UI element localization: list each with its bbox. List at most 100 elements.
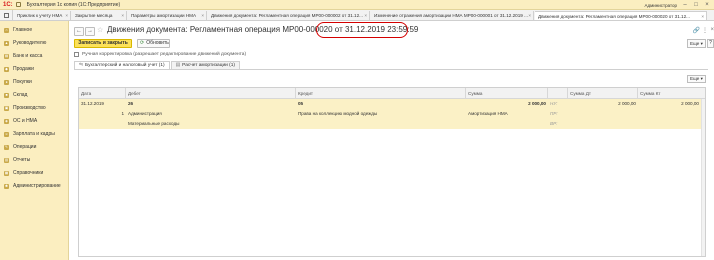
chart-icon: ▲: [4, 40, 9, 46]
window-tab-label: Движения документа: Регламентная операци…: [211, 13, 363, 18]
document-form: ← → ☆ Движения документа: Регламентная о…: [70, 21, 714, 260]
book-icon: ▦: [4, 170, 9, 176]
grid-more-label: Еще: [690, 76, 700, 81]
sidebar-item-assets[interactable]: ◈ ОС и НМА: [0, 117, 69, 125]
maximize-icon[interactable]: □: [693, 2, 699, 8]
grid-more-button[interactable]: Еще ▾: [687, 75, 706, 83]
link-icon[interactable]: 🔗: [693, 27, 700, 34]
gear-icon: ✱: [4, 183, 9, 189]
col-sum-kt-header[interactable]: Сумма Кт: [638, 88, 705, 99]
manual-edit-checkbox[interactable]: [74, 52, 79, 57]
sidebar-item-label: Отчеты: [13, 157, 31, 163]
cell-sum: 2 000,00: [528, 101, 546, 106]
window-tab[interactable]: Движения документа: Регламентная операци…: [208, 11, 370, 20]
tab-accounting[interactable]: ⇋ Бухгалтерский и налоговый учет (1): [74, 61, 170, 69]
sidebar-item-bank[interactable]: ▤ Банк и касса: [0, 52, 69, 60]
cell-sum-kt: 2 000,00: [681, 101, 699, 106]
open-windows-tabstrip: Приклик к учету НМА × Закрытие месяца × Па…: [0, 10, 714, 21]
window-tab-label: Изменение отражения амортизации НМА МР00…: [374, 13, 528, 18]
operations-icon: ✎: [4, 144, 9, 150]
home-tab[interactable]: [0, 10, 13, 20]
sidebar-item-reports[interactable]: ▥ Отчеты: [0, 156, 69, 164]
cell-number: 1: [121, 111, 124, 116]
window-tab-label: Приклик к учету НМА: [17, 13, 63, 18]
sidebar-item-purchases[interactable]: ● Покупки: [0, 78, 69, 86]
tab-amortization[interactable]: ▤ Расчет амортизации (1): [170, 61, 241, 69]
col-sum-dt-header[interactable]: Сумма Дт: [568, 88, 638, 99]
close-tab-icon[interactable]: ×: [528, 11, 531, 20]
col-date-header[interactable]: Дата: [79, 88, 126, 99]
table-row[interactable]: 31.12.2019 26 05 2 000,00 НУ: 2 000,00 2…: [79, 99, 705, 109]
table-row[interactable]: Материальные расходы ВР:: [79, 119, 705, 129]
table-row[interactable]: 1 Администрация Права на коллекцию модно…: [79, 109, 705, 119]
more-options-icon[interactable]: ⋮: [702, 27, 708, 34]
menu-icon[interactable]: [15, 2, 21, 7]
close-window-icon[interactable]: ×: [704, 2, 710, 8]
sidebar-item-warehouse[interactable]: ■ Склад: [0, 91, 69, 99]
help-button[interactable]: ?: [707, 39, 714, 48]
sidebar-item-label: Производство: [13, 105, 46, 111]
cell-credit: Права на коллекцию модной одежды: [298, 111, 378, 116]
sidebar-item-admin[interactable]: ✱ Администрирование: [0, 182, 69, 190]
forward-button[interactable]: →: [85, 27, 95, 36]
favorite-star-icon[interactable]: ☆: [97, 26, 103, 34]
people-icon: ☺: [4, 131, 9, 137]
bank-icon: ▤: [4, 53, 9, 59]
home-icon: ⌂: [4, 27, 9, 33]
grid-icon: [3, 12, 9, 18]
refresh-button[interactable]: ⟳ Обновить: [137, 39, 170, 48]
window-tab[interactable]: Закрытие месяца ×: [72, 11, 127, 20]
more-button-label: Еще: [690, 41, 700, 46]
cell-sum-dt: 2 000,00: [618, 101, 636, 106]
app-logo: 1С:: [3, 1, 13, 8]
window-tab[interactable]: Приклик к учету НМА ×: [14, 11, 71, 20]
close-tab-icon[interactable]: ×: [121, 11, 124, 20]
col-debit-header[interactable]: Дебет: [126, 88, 296, 99]
window-tab[interactable]: Изменение отражения амортизации НМА МР00…: [371, 11, 534, 20]
sidebar-item-label: Руководителю: [13, 40, 47, 46]
sidebar-item-label: Операции: [13, 144, 37, 150]
report-icon: ▥: [4, 157, 9, 163]
sidebar-item-catalogs[interactable]: ▦ Справочники: [0, 169, 69, 177]
minimize-icon[interactable]: –: [682, 2, 688, 8]
cart-icon: ◆: [4, 66, 9, 72]
cell-debit: Администрация: [128, 111, 162, 116]
warehouse-icon: ■: [4, 92, 9, 98]
close-tab-icon[interactable]: ×: [65, 11, 68, 20]
sidebar-item-label: Банк и касса: [13, 53, 43, 59]
cell-credit: 05: [298, 101, 304, 106]
cell-date: 31.12.2019: [81, 101, 104, 106]
sidebar-item-sales[interactable]: ◆ Продажи: [0, 65, 69, 73]
window-tab-active[interactable]: Движения документа: Регламентная операци…: [535, 11, 707, 20]
window-tab-label: Параметры амортизации НМА: [131, 13, 197, 18]
back-button[interactable]: ←: [74, 27, 84, 36]
sidebar-item-salary[interactable]: ☺ Зарплата и кадры: [0, 130, 69, 138]
cell-debit: Материальные расходы: [128, 121, 180, 126]
close-tab-icon[interactable]: ×: [701, 12, 704, 20]
sidebar-item-operations[interactable]: ✎ Операции: [0, 143, 69, 151]
col-sum-header[interactable]: Сумма: [466, 88, 548, 99]
manual-edit-label[interactable]: Ручная корректировка (разрешает редактир…: [82, 52, 246, 57]
sidebar-item-label: Администрирование: [13, 183, 61, 189]
sidebar-item-label: Главное: [13, 27, 33, 33]
sidebar-item-production[interactable]: ▣ Производство: [0, 104, 69, 112]
tab-accounting-label: Бухгалтерский и налоговый учет (1): [85, 63, 165, 68]
close-form-icon[interactable]: ×: [710, 27, 714, 33]
save-and-close-button[interactable]: Записать и закрыть: [74, 39, 132, 48]
window-tab[interactable]: Параметры амортизации НМА ×: [128, 11, 207, 20]
sidebar-item-management[interactable]: ▲ Руководителю: [0, 39, 69, 47]
user-name[interactable]: Администратор: [645, 3, 677, 8]
col-code-header: [548, 88, 568, 99]
close-tab-icon[interactable]: ×: [364, 11, 367, 20]
refresh-icon: ⟳: [140, 40, 145, 46]
cell-code: ВР:: [550, 121, 558, 126]
sidebar-item-label: Покупки: [13, 79, 32, 85]
table-scrollbar[interactable]: [701, 99, 705, 256]
sidebar-item-main[interactable]: ⌂ Главное: [0, 26, 69, 34]
col-credit-header[interactable]: Кредит: [296, 88, 466, 99]
tabs-divider: [74, 69, 708, 70]
more-button[interactable]: Еще ▾: [687, 39, 706, 48]
window-tab-label: Движения документа: Регламентная операци…: [538, 14, 690, 19]
window-tab-label: Закрытие месяца: [75, 13, 113, 18]
close-tab-icon[interactable]: ×: [201, 11, 204, 20]
